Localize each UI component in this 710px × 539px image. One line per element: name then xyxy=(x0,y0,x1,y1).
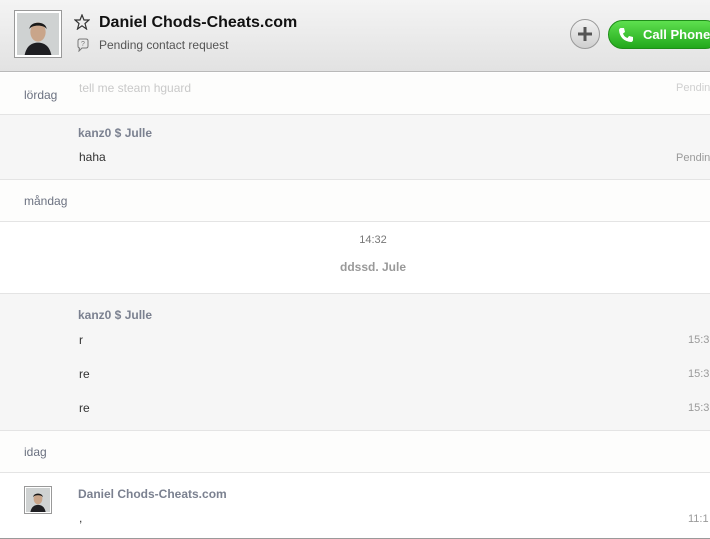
message-text: haha xyxy=(79,150,106,164)
favorite-star-icon[interactable] xyxy=(74,14,90,30)
plus-icon xyxy=(578,27,592,41)
chat-transcript[interactable]: tell me steam hguard lördag Pending kanz… xyxy=(0,73,710,539)
message-time: 15:3 xyxy=(688,402,710,414)
svg-text:?: ? xyxy=(81,41,85,48)
date-label: måndag xyxy=(24,194,68,208)
date-label: lördag xyxy=(24,88,58,102)
message-text: r xyxy=(79,333,83,347)
phone-icon xyxy=(619,27,633,42)
sender-avatar[interactable] xyxy=(24,486,52,514)
message-status: Pending xyxy=(676,152,710,164)
event-time: 14:32 xyxy=(359,234,387,246)
sender-name: kanz0 $ Julle xyxy=(78,308,153,322)
date-section: måndag xyxy=(0,180,710,222)
message-text: re xyxy=(79,367,90,381)
message-time: 15:3 xyxy=(688,334,710,346)
call-event: 14:32 ddssd. Jule xyxy=(0,222,710,294)
contact-avatar[interactable] xyxy=(14,10,62,58)
conversation-header: Daniel Chods-Cheats.com ? Pending contac… xyxy=(0,0,710,72)
message-group: Daniel Chods-Cheats.com , 11:1 xyxy=(0,473,710,539)
pending-request-icon: ? xyxy=(77,38,89,52)
message-time: 11:1 xyxy=(688,513,709,525)
message-text: re xyxy=(79,401,90,415)
date-label: idag xyxy=(24,445,47,459)
avatar-photo-icon xyxy=(26,488,50,512)
message-status: Pending xyxy=(676,82,710,94)
call-phone-button[interactable]: Call Phone xyxy=(608,20,710,49)
sender-name: Daniel Chods-Cheats.com xyxy=(78,487,227,501)
date-section: tell me steam hguard lördag Pending xyxy=(0,73,710,115)
contact-status: Pending contact request xyxy=(99,38,229,52)
avatar-photo-icon xyxy=(17,13,59,55)
message-group: kanz0 $ Julle r 15:3 re 15:3 re 15:3 xyxy=(0,294,710,431)
contact-name: Daniel Chods-Cheats.com xyxy=(99,14,298,31)
message-text: , xyxy=(79,511,83,525)
call-phone-label: Call Phone xyxy=(643,27,710,42)
message-time: 15:3 xyxy=(688,368,710,380)
message-group: kanz0 $ Julle haha Pending xyxy=(0,115,710,180)
date-section: idag xyxy=(0,431,710,473)
faded-message: tell me steam hguard xyxy=(79,81,192,95)
event-text: ddssd. Jule xyxy=(339,260,407,274)
add-participant-button[interactable] xyxy=(570,19,600,49)
sender-name: kanz0 $ Julle xyxy=(78,126,153,140)
